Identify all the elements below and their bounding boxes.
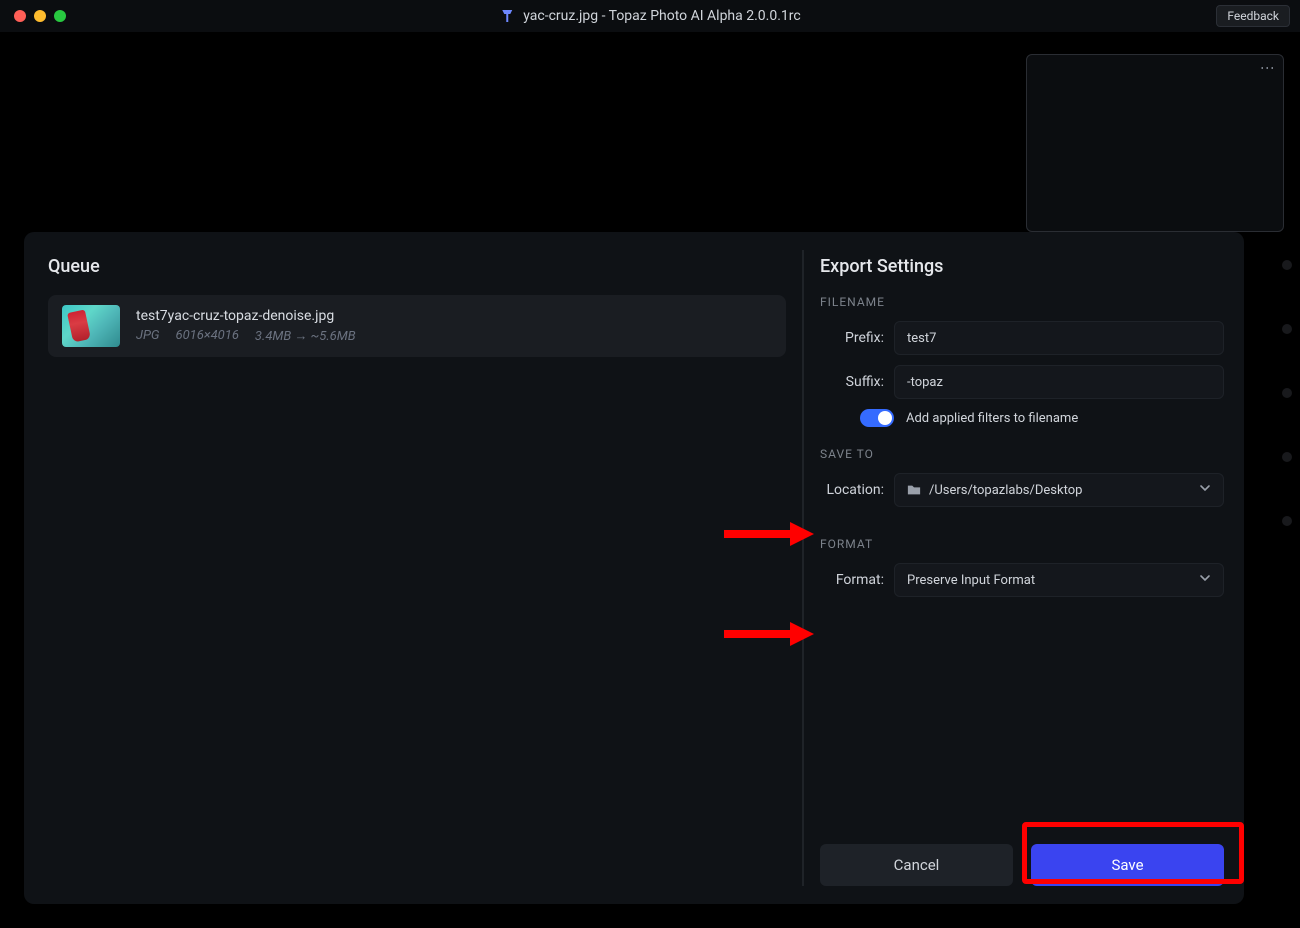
rail-indicator bbox=[1282, 452, 1292, 462]
suffix-input[interactable] bbox=[907, 375, 1211, 390]
maximize-window-icon[interactable] bbox=[54, 10, 66, 22]
export-settings-panel: Export Settings FILENAME Prefix: Suffix:… bbox=[804, 232, 1244, 904]
queue-item-texts: test7yac-cruz-topaz-denoise.jpg JPG 6016… bbox=[136, 308, 356, 344]
prefix-input-wrap[interactable] bbox=[894, 321, 1224, 355]
queue-panel: Queue test7yac-cruz-topaz-denoise.jpg JP… bbox=[24, 232, 802, 904]
queue-item-meta: JPG 6016×4016 3.4MB → ~5.6MB bbox=[136, 328, 356, 344]
rail-indicator bbox=[1282, 388, 1292, 398]
chevron-down-icon bbox=[1199, 482, 1211, 498]
folder-icon bbox=[907, 483, 921, 497]
suffix-row: Suffix: bbox=[820, 365, 1224, 399]
right-rail bbox=[1278, 260, 1296, 526]
format-select[interactable]: Preserve Input Format bbox=[894, 563, 1224, 597]
location-label: Location: bbox=[820, 482, 884, 498]
format-group: FORMAT Format: Preserve Input Format bbox=[820, 537, 1224, 607]
window-title-text: yac-cruz.jpg - Topaz Photo AI Alpha 2.0.… bbox=[523, 8, 800, 24]
queue-item[interactable]: test7yac-cruz-topaz-denoise.jpg JPG 6016… bbox=[48, 295, 786, 357]
window-controls bbox=[14, 10, 66, 22]
suffix-label: Suffix: bbox=[820, 374, 884, 390]
format-value: Preserve Input Format bbox=[907, 573, 1035, 588]
kebab-menu-icon[interactable]: ⋮ bbox=[1259, 61, 1275, 77]
queue-item-dimensions: 6016×4016 bbox=[176, 328, 239, 344]
export-dialog: Queue test7yac-cruz-topaz-denoise.jpg JP… bbox=[24, 232, 1244, 904]
saveto-group: SAVE TO Location: /Users/topazlabs/Deskt… bbox=[820, 447, 1224, 517]
queue-thumbnail bbox=[62, 305, 120, 347]
filename-header: FILENAME bbox=[820, 295, 1224, 309]
minimize-window-icon[interactable] bbox=[34, 10, 46, 22]
feedback-button[interactable]: Feedback bbox=[1216, 5, 1290, 27]
queue-item-size: 3.4MB → ~5.6MB bbox=[255, 328, 356, 344]
prefix-label: Prefix: bbox=[820, 330, 884, 346]
titlebar: yac-cruz.jpg - Topaz Photo AI Alpha 2.0.… bbox=[0, 0, 1300, 32]
saveto-header: SAVE TO bbox=[820, 447, 1224, 461]
location-select[interactable]: /Users/topazlabs/Desktop bbox=[894, 473, 1224, 507]
chevron-down-icon bbox=[1199, 572, 1211, 588]
app-icon bbox=[499, 8, 515, 24]
queue-item-filename: test7yac-cruz-topaz-denoise.jpg bbox=[136, 308, 356, 324]
export-settings-title: Export Settings bbox=[820, 256, 1224, 277]
preview-panel: ⋮ bbox=[1026, 54, 1284, 232]
queue-item-format: JPG bbox=[136, 328, 160, 344]
rail-indicator bbox=[1282, 516, 1292, 526]
rail-indicator bbox=[1282, 324, 1292, 334]
format-header: FORMAT bbox=[820, 537, 1224, 551]
format-label: Format: bbox=[820, 572, 884, 588]
filters-toggle-label: Add applied filters to filename bbox=[906, 411, 1078, 426]
filters-toggle[interactable] bbox=[860, 409, 894, 427]
save-button[interactable]: Save bbox=[1031, 844, 1224, 886]
queue-title: Queue bbox=[48, 256, 786, 277]
dialog-actions: Cancel Save bbox=[820, 844, 1224, 886]
window-title: yac-cruz.jpg - Topaz Photo AI Alpha 2.0.… bbox=[499, 8, 800, 24]
location-value: /Users/topazlabs/Desktop bbox=[929, 483, 1082, 498]
format-row: Format: Preserve Input Format bbox=[820, 563, 1224, 597]
prefix-row: Prefix: bbox=[820, 321, 1224, 355]
location-row: Location: /Users/topazlabs/Desktop bbox=[820, 473, 1224, 507]
filters-toggle-row: Add applied filters to filename bbox=[820, 409, 1224, 427]
cancel-button[interactable]: Cancel bbox=[820, 844, 1013, 886]
prefix-input[interactable] bbox=[907, 331, 1211, 346]
filename-group: FILENAME Prefix: Suffix: Add applied fil… bbox=[820, 295, 1224, 427]
suffix-input-wrap[interactable] bbox=[894, 365, 1224, 399]
close-window-icon[interactable] bbox=[14, 10, 26, 22]
rail-indicator bbox=[1282, 260, 1292, 270]
